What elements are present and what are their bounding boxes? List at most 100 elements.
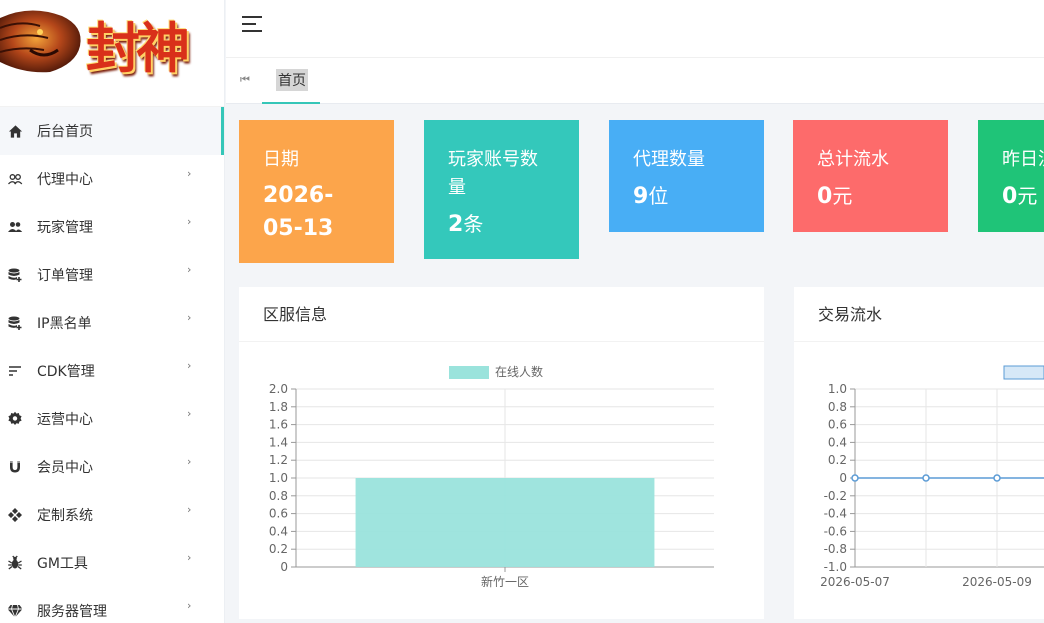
sidebar-item-8[interactable]: 定制系统 › bbox=[0, 491, 224, 539]
sidebar-item-1[interactable]: 代理中心 › bbox=[0, 155, 224, 203]
stat-unit: 位 bbox=[648, 184, 669, 208]
y-tick-label: 0.2 bbox=[828, 453, 847, 467]
transaction-chart: 1.0 0.8 0.6 0.4 0.2 0 -0.2 -0.4 -0.6 -0.8 -1.02026… bbox=[820, 365, 1044, 589]
y-tick-label: 0.6 bbox=[269, 507, 288, 521]
sidebar-item-label: 订单管理 bbox=[37, 268, 93, 284]
legend-swatch[interactable] bbox=[449, 366, 489, 379]
sidebar-item-10[interactable]: 服务器管理 › bbox=[0, 587, 224, 623]
legend-swatch[interactable] bbox=[1003, 365, 1044, 380]
menu-toggle-icon[interactable] bbox=[242, 15, 264, 35]
database-add-icon bbox=[7, 267, 23, 283]
stat-value: 0 bbox=[1002, 184, 1018, 209]
sidebar: 封神 后台首页 代理中心 › 玩家管理 › 订单管理 › IP黑名单 › CDK管理 › 运营中心 › 会… bbox=[0, 0, 225, 623]
brand-logo[interactable]: 封神 bbox=[0, 0, 224, 107]
chevron-right-icon: › bbox=[187, 263, 192, 276]
stat-value-wrap: 0元 bbox=[1002, 180, 1037, 213]
tab-home-label: 首页 bbox=[276, 69, 308, 91]
data-point[interactable] bbox=[851, 474, 859, 482]
y-tick-label: -0.4 bbox=[824, 507, 847, 521]
y-tick-label: 0 bbox=[280, 560, 288, 574]
stat-value: 9 bbox=[633, 184, 649, 209]
transaction-title: 交易流水 bbox=[794, 287, 1044, 342]
sidebar-item-4[interactable]: IP黑名单 › bbox=[0, 299, 224, 347]
sidebar-item-3[interactable]: 订单管理 › bbox=[0, 251, 224, 299]
y-tick-label: 1.0 bbox=[269, 471, 288, 485]
chevron-right-icon: › bbox=[187, 359, 192, 372]
y-tick-label: 1.4 bbox=[269, 435, 288, 449]
y-tick-label: 1.6 bbox=[269, 418, 288, 432]
y-tick-label: 0 bbox=[839, 471, 847, 485]
stat-value-wrap: 2026-05-13 bbox=[263, 180, 370, 245]
y-tick-label: 0.8 bbox=[269, 489, 288, 503]
logo-text: 封神 bbox=[86, 16, 190, 80]
sidebar-item-6[interactable]: 运营中心 › bbox=[0, 395, 224, 443]
chevron-right-icon: › bbox=[187, 311, 192, 324]
tab-bar: ⏮ 首页 bbox=[226, 58, 1044, 104]
y-tick-label: -0.2 bbox=[824, 489, 847, 503]
sidebar-item-label: 运营中心 bbox=[37, 412, 93, 428]
chevron-right-icon: › bbox=[187, 215, 192, 228]
sidebar-item-label: 后台首页 bbox=[37, 124, 93, 140]
sidebar-menu: 后台首页 代理中心 › 玩家管理 › 订单管理 › IP黑名单 › CDK管理 › 运营中心 › 会员中心… bbox=[0, 107, 224, 623]
sidebar-item-2[interactable]: 玩家管理 › bbox=[0, 203, 224, 251]
x-tick-label: 新竹一区 bbox=[481, 574, 529, 589]
stat-card-date: 日期 2026-05-13 bbox=[239, 120, 394, 263]
y-tick-label: 1.8 bbox=[269, 400, 288, 414]
sidebar-item-label: 会员中心 bbox=[37, 460, 93, 476]
bar[interactable] bbox=[355, 478, 655, 567]
tab-back-icon[interactable]: ⏮ bbox=[240, 73, 250, 87]
stat-unit: 条 bbox=[463, 212, 484, 236]
chevron-right-icon: › bbox=[187, 599, 192, 612]
users-icon bbox=[7, 219, 23, 235]
server-info-title: 区服信息 bbox=[239, 287, 764, 342]
y-tick-label: -0.8 bbox=[824, 542, 847, 556]
transaction-panel: 交易流水 1.0 0.8 0.6 0.4 0.2 0 -0.2 -0.4 -0.6 -0.8 -1.… bbox=[794, 287, 1044, 619]
y-tick-label: 1.0 bbox=[828, 382, 847, 396]
stat-label: 玩家账号数量 bbox=[448, 149, 538, 198]
magnet-icon bbox=[7, 459, 23, 475]
sidebar-item-label: IP黑名单 bbox=[37, 316, 92, 332]
stat-label: 代理数量 bbox=[633, 149, 705, 170]
sort-lines-icon bbox=[7, 363, 23, 379]
y-tick-label: 0.4 bbox=[828, 435, 847, 449]
server-online-chart: 2.0 1.8 1.6 1.4 1.2 1.0 0.8 0.6 0.4 0.2 0 新竹一区 在线人数 bbox=[269, 364, 714, 589]
x-tick-label: 2026-05-07 bbox=[820, 575, 890, 589]
y-tick-label: 0.8 bbox=[828, 400, 847, 414]
y-tick-label: -0.6 bbox=[824, 524, 847, 538]
server-info-panel: 区服信息 2.0 1.8 1.6 1.4 1.2 1.0 0.8 0.6 0.4 0.2 0 新竹一区… bbox=[239, 287, 764, 619]
y-tick-label: -1.0 bbox=[824, 560, 847, 574]
lion-emblem-icon bbox=[0, 10, 81, 73]
database-add-icon bbox=[7, 315, 23, 331]
sidebar-item-label: GM工具 bbox=[37, 556, 88, 572]
sidebar-item-5[interactable]: CDK管理 › bbox=[0, 347, 224, 395]
stat-value-wrap: 2条 bbox=[448, 208, 555, 241]
stat-value: 2 bbox=[448, 212, 464, 237]
stat-unit: 元 bbox=[1017, 184, 1038, 208]
top-header bbox=[226, 0, 1044, 58]
stat-label: 昨日流水 bbox=[1002, 149, 1044, 170]
sidebar-item-7[interactable]: 会员中心 › bbox=[0, 443, 224, 491]
stat-unit: 元 bbox=[832, 184, 853, 208]
y-tick-label: 0.4 bbox=[269, 524, 288, 538]
sidebar-item-label: 定制系统 bbox=[37, 508, 93, 524]
stat-card-yesterday-revenue: 昨日流水 0元 bbox=[978, 120, 1044, 232]
stat-card-player-accounts: 玩家账号数量 2条 bbox=[424, 120, 579, 259]
chevron-right-icon: › bbox=[187, 503, 192, 516]
stat-value: 0 bbox=[817, 184, 833, 209]
stat-value-wrap: 0元 bbox=[817, 180, 924, 213]
legend-label: 在线人数 bbox=[495, 364, 543, 379]
chevron-right-icon: › bbox=[187, 455, 192, 468]
y-tick-label: 1.2 bbox=[269, 453, 288, 467]
data-point[interactable] bbox=[993, 474, 1001, 482]
sidebar-item-0[interactable]: 后台首页 bbox=[0, 107, 224, 155]
y-tick-label: 0.2 bbox=[269, 542, 288, 556]
data-point[interactable] bbox=[922, 474, 930, 482]
chevron-right-icon: › bbox=[187, 407, 192, 420]
sidebar-item-9[interactable]: GM工具 › bbox=[0, 539, 224, 587]
y-tick-label: 0.6 bbox=[828, 418, 847, 432]
gem-icon bbox=[7, 603, 23, 619]
sidebar-item-label: 玩家管理 bbox=[37, 220, 93, 236]
tab-home[interactable]: 首页 bbox=[262, 58, 320, 104]
users-outline-icon bbox=[7, 171, 23, 187]
bug-icon bbox=[7, 555, 23, 571]
